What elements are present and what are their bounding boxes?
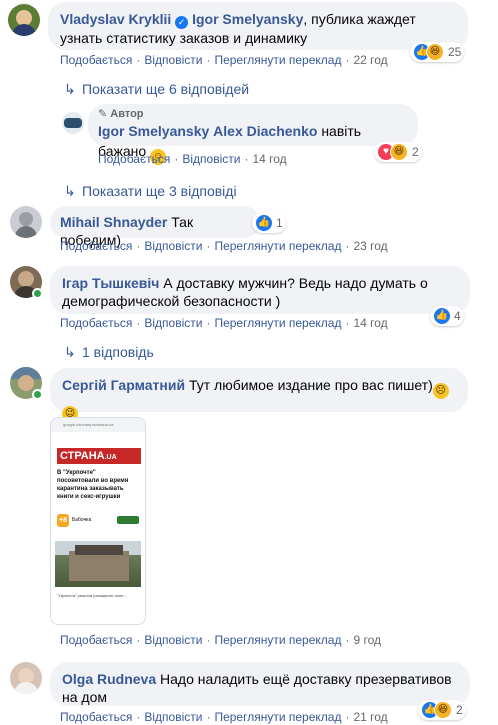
- see-translation-button[interactable]: Переглянути переклад: [214, 633, 341, 647]
- like-icon: 👍: [255, 214, 273, 232]
- reply-arrow-icon: ↳: [64, 344, 76, 360]
- reaction-count: 4: [454, 309, 461, 323]
- show-more-replies[interactable]: ↳ Показати ще 6 відповідей: [64, 80, 249, 98]
- reply-arrow-icon: ↳: [64, 183, 76, 199]
- mention[interactable]: Igor Smelyansky: [192, 11, 303, 27]
- like-button[interactable]: Подобається: [60, 53, 132, 67]
- reaction-summary[interactable]: 👍 1: [252, 213, 286, 233]
- avatar[interactable]: [8, 4, 40, 36]
- like-button[interactable]: Подобається: [98, 152, 170, 166]
- comment-actions: Подобається · Відповісти · 14 год: [98, 152, 287, 166]
- show-more-replies[interactable]: ↳ 1 відповідь: [64, 343, 154, 361]
- comment-bubble: Mihail Shnayder Так победим): [50, 206, 260, 248]
- headline: посоветовали во время карантина заказыва…: [57, 478, 129, 500]
- haha-icon: 😆: [390, 143, 408, 161]
- comment-bubble: Olga Rudneva Надо наладить ещё доставку …: [50, 662, 470, 706]
- haha-icon: 😆: [426, 43, 444, 61]
- avatar[interactable]: [62, 112, 84, 134]
- pencil-icon: ✎: [98, 108, 108, 120]
- reaction-count: 2: [412, 145, 419, 159]
- reaction-count: 1: [276, 216, 283, 230]
- app-badge: +8: [57, 513, 69, 527]
- reply-button[interactable]: Відповісти: [144, 633, 202, 647]
- see-translation-button[interactable]: Переглянути переклад: [214, 53, 341, 67]
- comment-bubble: Сергій Гарматний Тут любимое издание про…: [50, 368, 468, 422]
- author-name[interactable]: Olga Rudneva: [62, 671, 156, 687]
- author-name[interactable]: Igor Smelyansky: [98, 123, 209, 139]
- headline-prefix: В "Укрпочте": [57, 470, 96, 476]
- see-translation-button[interactable]: Переглянути переклад: [214, 710, 341, 724]
- author-name[interactable]: Сергій Гарматний: [62, 377, 185, 393]
- like-button[interactable]: Подобається: [60, 633, 132, 647]
- attached-image[interactable]: google.com/amp/s/strana.ua СТРАНА.UA В "…: [50, 417, 146, 625]
- ad-banner: +8 Бабочка: [57, 509, 139, 531]
- see-translation-button[interactable]: Переглянути переклад: [214, 239, 341, 253]
- site-logo: СТРАНА.UA: [57, 448, 141, 464]
- timestamp[interactable]: 23 год: [353, 239, 387, 253]
- comment-bubble: ✎ Автор Igor Smelyansky Alex Diachenko н…: [88, 104, 418, 165]
- reply-arrow-icon: ↳: [64, 81, 76, 97]
- like-icon: 👍: [433, 307, 451, 325]
- timestamp[interactable]: 14 год: [252, 152, 286, 166]
- comment-actions: Подобається · Відповісти · Переглянути перек…: [60, 633, 382, 647]
- verified-icon: ✓: [175, 16, 189, 29]
- reaction-summary[interactable]: ♥ 😆 2: [374, 142, 422, 162]
- author-name[interactable]: Mihail Shnayder: [60, 214, 167, 230]
- reply-button[interactable]: Відповісти: [144, 53, 202, 67]
- comment-bubble: Ігар Тышкевіч А доставку мужчин? Ведь на…: [50, 266, 470, 314]
- timestamp[interactable]: 14 год: [353, 316, 387, 330]
- haha-icon: 😆: [434, 701, 452, 719]
- comment-actions: Подобається · Відповісти · Переглянути перек…: [60, 239, 388, 253]
- reaction-count: 2: [456, 703, 463, 717]
- online-status-icon: [32, 288, 43, 299]
- app-name: Бабочка: [71, 517, 92, 523]
- avatar[interactable]: [10, 206, 42, 238]
- reaction-summary[interactable]: 👍 4: [430, 306, 464, 326]
- comment-actions: Подобається · Відповісти · Переглянути перек…: [60, 53, 388, 67]
- reply-button[interactable]: Відповісти: [144, 710, 202, 724]
- install-button-icon: [117, 516, 139, 524]
- reaction-count: 25: [448, 45, 462, 59]
- avatar[interactable]: [10, 662, 42, 694]
- see-translation-button[interactable]: Переглянути переклад: [214, 316, 341, 330]
- article-caption: "Укрпочта" решила расширить поле...: [57, 593, 127, 598]
- timestamp[interactable]: 21 год: [353, 710, 387, 724]
- reaction-summary[interactable]: 👍 😆 25: [410, 42, 465, 62]
- timestamp[interactable]: 22 год: [353, 53, 387, 67]
- author-name[interactable]: Vladyslav Kryklii: [60, 11, 171, 27]
- comment-actions: Подобається · Відповісти · Переглянути перек…: [60, 710, 388, 724]
- timestamp[interactable]: 9 год: [353, 633, 381, 647]
- comment-text: Тут любимое издание про вас пишет): [188, 377, 433, 393]
- comment-actions: Подобається · Відповісти · Переглянути перек…: [60, 316, 388, 330]
- article-photo: [55, 541, 141, 587]
- mention[interactable]: Alex Diachenko: [213, 123, 317, 139]
- show-more-replies[interactable]: ↳ Показати ще 3 відповіді: [64, 182, 237, 200]
- author-name[interactable]: Ігар Тышкевіч: [62, 275, 159, 291]
- online-status-icon: [32, 389, 43, 400]
- reply-button[interactable]: Відповісти: [144, 239, 202, 253]
- reply-button[interactable]: Відповісти: [182, 152, 240, 166]
- reaction-summary[interactable]: 👍 😆 2: [418, 700, 466, 720]
- reply-button[interactable]: Відповісти: [144, 316, 202, 330]
- like-button[interactable]: Подобається: [60, 239, 132, 253]
- worried-emoji-icon: ☹: [432, 383, 449, 399]
- like-button[interactable]: Подобається: [60, 710, 132, 724]
- author-badge: ✎ Автор: [98, 108, 144, 120]
- like-button[interactable]: Подобається: [60, 316, 132, 330]
- comment-bubble: Vladyslav Kryklii ✓ Igor Smelyansky, пуб…: [48, 2, 468, 50]
- browser-bar: google.com/amp/s/strana.ua: [51, 418, 145, 432]
